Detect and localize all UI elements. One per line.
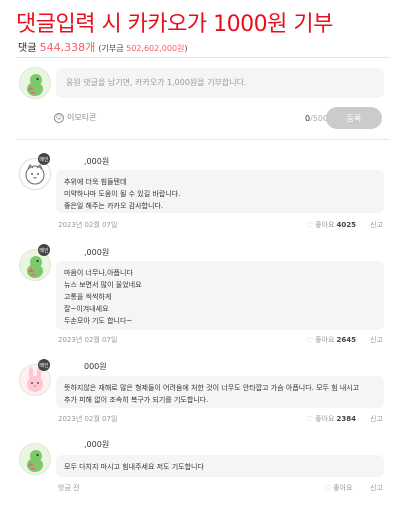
comment-line: 추위에 더욱 힘들텐데 <box>64 178 127 186</box>
heart-icon: ♡ <box>324 483 332 493</box>
comment-label: 댓글 <box>18 43 37 54</box>
emoticon-button[interactable]: ☺ 이모티콘 <box>54 112 96 123</box>
comment-date: 방금 전 <box>58 484 80 492</box>
comment-date: 2023년 02월 07일 <box>58 221 118 229</box>
badge: 메인 <box>38 244 50 256</box>
donation-suffix: ) <box>184 44 188 53</box>
my-avatar <box>19 67 51 99</box>
smile-icon: ☺ <box>54 112 64 123</box>
report-button[interactable]: 신고 <box>370 483 383 493</box>
comment-author: 000원 <box>84 362 107 371</box>
comment-date: 2023년 02월 07일 <box>58 415 118 423</box>
comment-input[interactable]: 응원 댓글을 남기면, 카카오가 1,000원을 기부합니다. <box>56 68 384 98</box>
comment-body: 마음이 너무나,아픕니다 뉴스 보면서 많이 울었네요 고통을 씩씩하게 잘~이… <box>56 261 384 330</box>
like-label: 좋아요 <box>315 336 335 344</box>
char-counter: 0/500 <box>305 114 328 123</box>
submit-button[interactable]: 등록 <box>326 107 382 129</box>
comment-body: 추위에 더욱 힘들텐데 미약하나마 도움이 될 수 있길 바랍니다. 좋은일 해… <box>56 170 384 213</box>
heart-icon: ♡ <box>306 335 314 345</box>
like-label: 좋아요 <box>315 415 335 423</box>
report-button[interactable]: 신고 <box>370 335 383 345</box>
comment-line: 좋은일 해주는 카카오 감사합니다. <box>64 202 164 210</box>
dino-avatar-icon <box>27 450 43 472</box>
donation-amount: 502,602,000원 <box>126 44 185 53</box>
like-label: 좋아요 <box>315 221 335 229</box>
report-button[interactable]: 신고 <box>370 414 383 424</box>
badge: 메인 <box>38 359 50 371</box>
comment-line: 뉴스 보면서 많이 울었네요 <box>64 281 142 289</box>
comment-author: ,000원 <box>84 157 110 166</box>
like-button[interactable]: ♡ 좋아요 2645 <box>306 335 356 345</box>
comment-author: ,000원 <box>84 440 110 449</box>
comment-line: 추가 피해 없이 조속히 복구가 되기를 기도합니다. <box>64 396 209 404</box>
like-button[interactable]: ♡ 좋아요 2384 <box>306 414 356 424</box>
heart-icon: ♡ <box>306 414 314 424</box>
emoticon-label: 이모티콘 <box>67 113 97 122</box>
comment-line: 두손모아 기도 합니다~ <box>64 317 133 325</box>
like-label: 좋아요 <box>333 484 353 492</box>
comment-line: 뜻하지않은 재해로 많은 형제들이 어려움에 처한 것이 너무도 안타깝고 가슴… <box>64 384 360 392</box>
comment-count: 544,338개 <box>39 41 96 54</box>
like-count: 4025 <box>336 221 356 229</box>
comment-line: 고통을 씩씩하게 <box>64 293 112 301</box>
comment-summary: 댓글 544,338개 (기부금 502,602,000원) <box>18 39 188 55</box>
badge: 메인 <box>38 153 50 165</box>
divider <box>16 139 389 140</box>
divider <box>16 57 389 58</box>
like-button[interactable]: ♡ 좋아요 <box>324 483 353 493</box>
comment-line: 마음이 너무나,아픕니다 <box>64 269 133 277</box>
heart-icon: ♡ <box>306 220 314 230</box>
donation-prefix: (기부금 <box>98 44 127 53</box>
comment-line: 모두 다치지 마시고 힘내주세요 저도 기도합니다 <box>64 463 204 471</box>
dino-avatar-icon <box>27 74 43 96</box>
comment-line: 잘~이겨내세요 <box>64 305 109 313</box>
donation-summary: (기부금 502,602,000원) <box>98 44 187 53</box>
comment-body: 뜻하지않은 재해로 많은 형제들이 어려움에 처한 것이 너무도 안타깝고 가슴… <box>56 376 384 408</box>
like-button[interactable]: ♡ 좋아요 4025 <box>306 220 356 230</box>
comment-body: 모두 다치지 마시고 힘내주세요 저도 기도합니다 <box>56 455 384 477</box>
donation-banner: 댓글입력 시 카카오가 1000원 기부 <box>16 12 333 37</box>
comment-date: 2023년 02월 07일 <box>58 336 118 344</box>
like-count: 2645 <box>336 336 356 344</box>
comment-author: ,000원 <box>84 248 110 257</box>
like-count: 2384 <box>336 415 356 423</box>
comment-avatar <box>19 443 51 475</box>
report-button[interactable]: 신고 <box>370 220 383 230</box>
comment-line: 미약하나마 도움이 될 수 있길 바랍니다. <box>64 190 181 198</box>
